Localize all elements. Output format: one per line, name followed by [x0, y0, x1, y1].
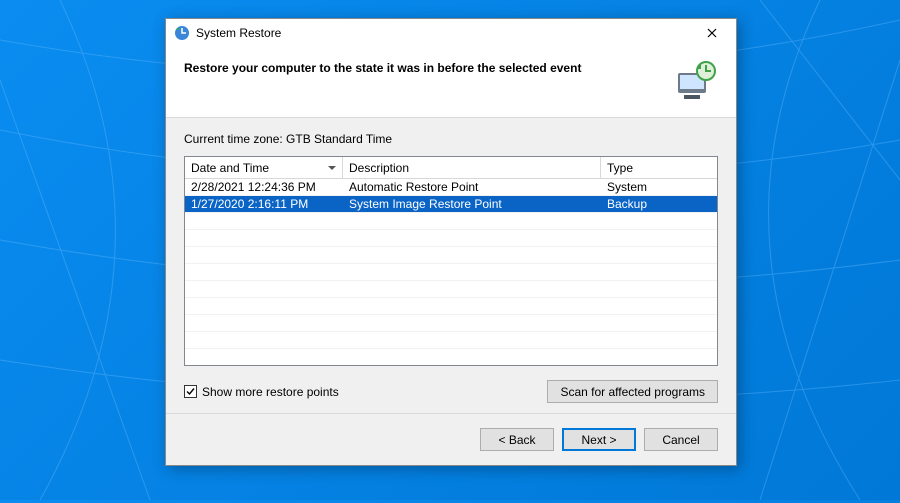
cell-description: Automatic Restore Point [343, 180, 601, 194]
empty-row [185, 298, 717, 315]
titlebar: System Restore [166, 19, 736, 47]
empty-row [185, 230, 717, 247]
header-panel: Restore your computer to the state it wa… [166, 47, 736, 118]
cell-date: 2/28/2021 12:24:36 PM [185, 180, 343, 194]
page-heading: Restore your computer to the state it wa… [184, 59, 672, 75]
table-header: Date and Time Description Type [185, 157, 717, 179]
restore-header-icon [672, 59, 718, 101]
close-button[interactable] [696, 22, 728, 44]
cell-date: 1/27/2020 2:16:11 PM [185, 197, 343, 211]
cell-type: System [601, 180, 717, 194]
column-header-type[interactable]: Type [601, 157, 717, 179]
next-button[interactable]: Next > [562, 428, 636, 451]
cell-type: Backup [601, 197, 717, 211]
table-row[interactable]: 1/27/2020 2:16:11 PMSystem Image Restore… [185, 196, 717, 213]
show-more-restore-points-checkbox[interactable]: Show more restore points [184, 385, 339, 399]
empty-row [185, 281, 717, 298]
empty-row [185, 315, 717, 332]
restore-points-table: Date and Time Description Type 2/28/2021… [184, 156, 718, 366]
back-button[interactable]: < Back [480, 428, 554, 451]
table-body: 2/28/2021 12:24:36 PMAutomatic Restore P… [185, 179, 717, 366]
empty-row [185, 247, 717, 264]
checkbox-label: Show more restore points [202, 385, 339, 399]
empty-row [185, 349, 717, 366]
cell-description: System Image Restore Point [343, 197, 601, 211]
cancel-button[interactable]: Cancel [644, 428, 718, 451]
timezone-label: Current time zone: GTB Standard Time [184, 132, 718, 146]
empty-row [185, 264, 717, 281]
checkbox-box [184, 385, 197, 398]
scan-affected-programs-button[interactable]: Scan for affected programs [547, 380, 718, 403]
column-header-date[interactable]: Date and Time [185, 157, 343, 179]
empty-row [185, 213, 717, 230]
window-title: System Restore [196, 26, 696, 40]
empty-row [185, 332, 717, 349]
wizard-footer: < Back Next > Cancel [166, 413, 736, 465]
table-row[interactable]: 2/28/2021 12:24:36 PMAutomatic Restore P… [185, 179, 717, 196]
system-restore-icon [174, 25, 190, 41]
body-panel: Current time zone: GTB Standard Time Dat… [166, 118, 736, 413]
column-header-description[interactable]: Description [343, 157, 601, 179]
system-restore-dialog: System Restore Restore your computer to … [165, 18, 737, 466]
